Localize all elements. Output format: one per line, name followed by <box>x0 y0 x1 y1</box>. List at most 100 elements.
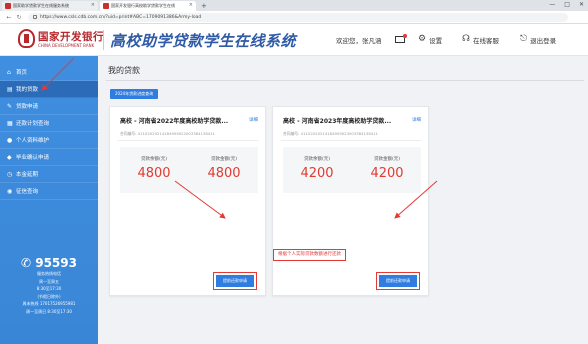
loan-amount-label: 贷款金额(元) <box>210 157 237 162</box>
loan-balance: 贷款余额(元) 4200 <box>287 156 347 181</box>
early-repay-button[interactable]: 提前还款申请 <box>216 275 254 287</box>
loan-stats-panel: 贷款余额(元) 4800 贷款金额(元) 4800 <box>120 147 258 193</box>
browser-tab[interactable]: 国家助学贷款学生在线服务系统 × <box>2 1 98 11</box>
sidebar-item-label: 个人资料维护 <box>16 138 50 144</box>
maximize-icon[interactable]: □ <box>564 1 570 8</box>
sidebar-item-label: 首页 <box>16 70 28 76</box>
loan-amount: 贷款金额(元) 4200 <box>357 156 417 181</box>
card-divider <box>118 140 258 141</box>
loan-balance-label: 贷款余额(元) <box>303 157 330 162</box>
site-header: 国家开发银行 CHINA DEVELOPMENT BANK 高校助学贷款学生在线… <box>0 24 588 56</box>
early-repay-highlight: 提前还款申请 <box>376 272 420 290</box>
loan-balance-value: 4200 <box>300 166 334 181</box>
tab-label: 国家开发银行高校助学贷款学生在线 <box>111 3 175 8</box>
gear-icon: ⚙ <box>418 34 427 44</box>
hotline-line: 周一至周五 <box>39 278 59 284</box>
mail-icon <box>395 34 407 43</box>
browser-tab-active[interactable]: 国家开发银行高校助学贷款学生在线 × <box>100 1 196 11</box>
loan-detail-link[interactable]: 详细 <box>412 117 421 123</box>
sidebar-item-graduation[interactable]: ◆ 毕业确认申请 <box>0 149 98 166</box>
sidebar-item-profile[interactable]: ● 个人资料维护 <box>0 132 98 149</box>
header-divider <box>103 30 104 50</box>
bank-logo-icon <box>18 29 35 48</box>
loan-card-title: 高校 - 河南省2022年度高校助学贷款... <box>120 118 229 125</box>
loan-detail-link[interactable]: 详细 <box>249 117 258 123</box>
favicon-icon <box>103 3 109 9</box>
hotline-line: 周末热线 17017526955981 <box>22 301 76 306</box>
loan-amount-value: 4200 <box>370 166 404 181</box>
close-window-icon[interactable]: ✕ <box>579 1 584 8</box>
loan-card: 高校 - 河南省2022年度高校助学贷款... 详细 合同编号: 4110202… <box>109 106 266 296</box>
sidebar: ⌂ 首页 ▤ 我的贷款 ✎ 贷款申请 ▦ 还款计划查询 ● 个人资料维护 ◆ 毕… <box>0 56 98 344</box>
close-tab-icon[interactable]: × <box>91 2 95 8</box>
defer-icon: ◷ <box>7 170 13 178</box>
home-icon: ⌂ <box>7 68 11 76</box>
apply-icon: ✎ <box>7 102 13 110</box>
main-content: 我的贷款 2024年贷款进度查询 高校 - 河南省2022年度高校助学贷款...… <box>98 56 588 344</box>
logout-icon: ⎋ <box>520 34 528 44</box>
sidebar-item-label: 我的贷款 <box>16 87 39 93</box>
page-title: 我的贷款 <box>108 66 140 75</box>
logout-button[interactable]: ⎋ 退出登录 <box>520 33 556 46</box>
sidebar-item-loan-apply[interactable]: ✎ 贷款申请 <box>0 98 98 115</box>
url-text: https://www.csls.cdb.com.cn/?uid=print#A… <box>40 14 202 20</box>
messages-button[interactable] <box>395 33 407 46</box>
sidebar-item-credit-query[interactable]: ◉ 征信查询 <box>0 183 98 200</box>
new-tab-button[interactable]: + <box>201 1 207 11</box>
early-repay-highlight: 提前还款申请 <box>213 272 257 290</box>
welcome-text: 欢迎您，张凡涵 <box>336 37 382 45</box>
back-icon[interactable]: ← <box>4 14 14 21</box>
tab-label: 国家助学贷款学生在线服务系统 <box>13 3 69 8</box>
plan-icon: ▦ <box>7 119 13 127</box>
contract-number: 合同编号: 41102020214184959023003384136411 <box>283 131 378 136</box>
settings-label: 设置 <box>429 36 443 45</box>
close-tab-icon[interactable]: × <box>189 2 193 8</box>
lock-icon <box>33 15 37 19</box>
sidebar-item-label: 还款计划查询 <box>16 121 50 127</box>
bank-name-english: CHINA DEVELOPMENT BANK <box>38 43 95 48</box>
bank-name: 国家开发银行 <box>38 31 104 43</box>
refresh-icon[interactable]: ↻ <box>14 14 24 21</box>
credit-icon: ◉ <box>7 187 13 195</box>
sidebar-item-label: 贷款申请 <box>16 104 39 110</box>
card-divider <box>281 140 421 141</box>
hotline-panel: ✆ 95593 服务热线电话 周一至周五 8:30至17:30 (节假日除外) … <box>0 256 98 315</box>
hotline-number: ✆ 95593 <box>21 256 77 270</box>
hotline-line: 服务热线电话 <box>37 271 61 276</box>
contract-number: 合同编号: 41102020214184959022003384136411 <box>120 131 215 136</box>
loan-amount-value: 4800 <box>207 166 241 181</box>
settings-button[interactable]: ⚙ 设置 <box>418 33 442 46</box>
loan-amount: 贷款金额(元) 4800 <box>194 156 254 181</box>
sidebar-item-label: 毕业确认申请 <box>16 155 50 161</box>
sidebar-item-my-loans[interactable]: ▤ 我的贷款 <box>0 81 98 98</box>
sidebar-item-repay-plan[interactable]: ▦ 还款计划查询 <box>0 115 98 132</box>
sidebar-item-home[interactable]: ⌂ 首页 <box>0 64 98 81</box>
loan-card-title: 高校 - 河南省2023年度高校助学贷款... <box>283 118 392 125</box>
hotline-line: 周一至周日 8:30至17:30 <box>26 308 72 314</box>
grad-icon: ◆ <box>7 153 12 161</box>
headset-icon: ☊ <box>462 34 470 44</box>
system-title: 高校助学贷款学生在线系统 <box>110 32 297 50</box>
address-bar: ← ↻ https://www.csls.cdb.com.cn/?uid=pri… <box>0 11 588 24</box>
window-controls: — □ ✕ <box>549 1 584 8</box>
loan-amount-label: 贷款金额(元) <box>373 157 400 162</box>
minimize-icon[interactable]: — <box>549 1 555 8</box>
sidebar-item-label: 征信查询 <box>16 189 39 195</box>
online-help-button[interactable]: ☊ 在线客服 <box>462 33 499 46</box>
user-icon: ● <box>7 136 13 144</box>
url-field[interactable]: https://www.csls.cdb.com.cn/?uid=print#A… <box>28 12 568 22</box>
hotline-line: 8:30至17:30 <box>36 286 62 291</box>
hotline-line: (节假日除外) <box>37 293 61 299</box>
sidebar-item-label: 本金延期 <box>16 172 39 178</box>
loan-card: 高校 - 河南省2023年度高校助学贷款... 详细 合同编号: 4110202… <box>272 106 429 296</box>
early-repay-button[interactable]: 提前还款申请 <box>379 275 417 287</box>
loan-stats-panel: 贷款余额(元) 4200 贷款金额(元) 4200 <box>283 147 421 193</box>
online-help-label: 在线客服 <box>473 36 499 45</box>
loan-balance-label: 贷款余额(元) <box>140 157 167 162</box>
annotation-note: 根据个人实际贷款数额进行还款 <box>273 249 346 261</box>
loan-progress-button[interactable]: 2024年贷款进度查询 <box>110 89 159 99</box>
loan-balance: 贷款余额(元) 4800 <box>124 156 184 181</box>
logout-label: 退出登录 <box>530 36 557 45</box>
sidebar-item-principal-deferral[interactable]: ◷ 本金延期 <box>0 166 98 183</box>
loan-icon: ▤ <box>7 85 13 93</box>
